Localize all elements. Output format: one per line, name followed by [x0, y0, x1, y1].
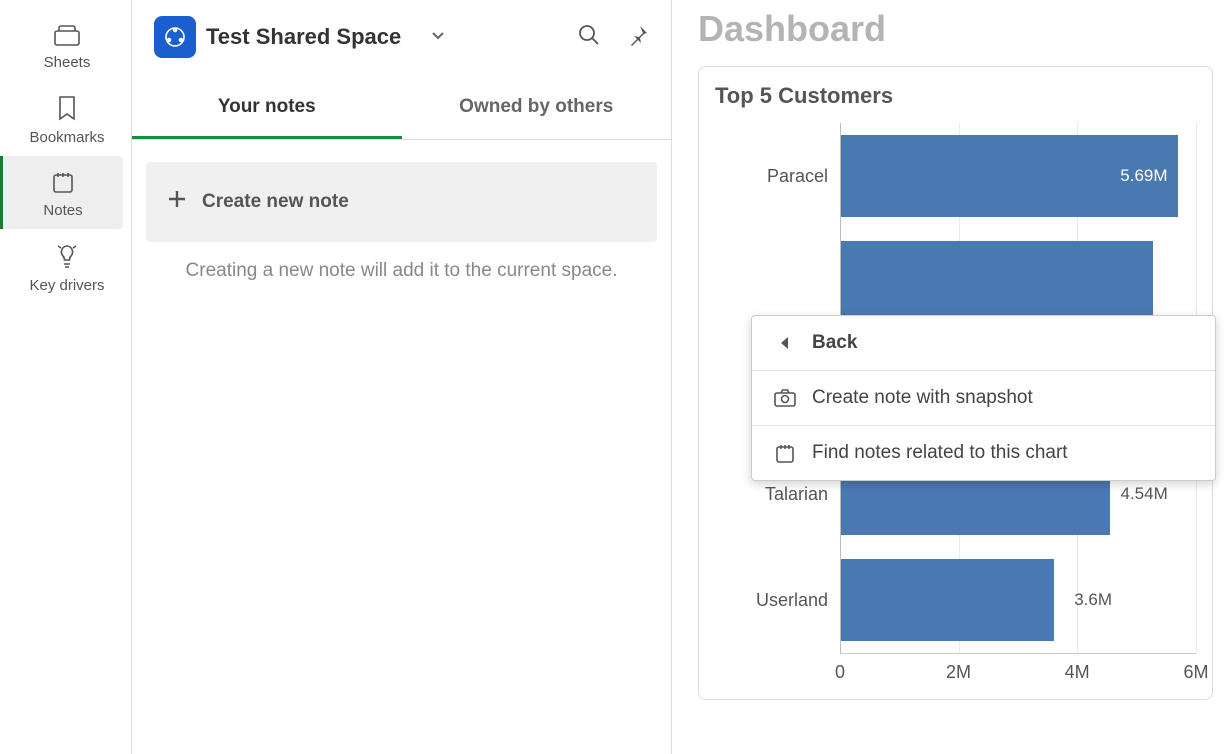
bookmark-icon [57, 95, 77, 121]
nav-label: Sheets [44, 54, 91, 71]
notepad-icon [774, 443, 796, 463]
context-menu-find-related[interactable]: Find notes related to this chart [752, 426, 1215, 480]
create-note-button[interactable]: Create new note [146, 162, 657, 242]
nav-label: Bookmarks [29, 129, 104, 146]
x-tick: 0 [835, 662, 845, 683]
nav-label: Notes [43, 202, 82, 219]
bar-label: Talarian [715, 484, 840, 505]
tab-owned-by-others[interactable]: Owned by others [402, 78, 672, 139]
bar[interactable] [841, 241, 1153, 323]
x-tick: 4M [1065, 662, 1090, 683]
bar[interactable]: 3.6M [841, 559, 1054, 641]
space-badge [154, 16, 196, 58]
nav-item-sheets[interactable]: Sheets [0, 10, 131, 81]
chart-context-menu: Back Create note with snapshot Find note… [751, 315, 1216, 481]
bar-row: Userland 3.6M [715, 547, 1196, 653]
bar-value: 4.54M [1120, 484, 1167, 504]
create-note-hint: Creating a new note will add it to the c… [132, 260, 671, 282]
notes-tabs: Your notes Owned by others [132, 78, 671, 140]
nav-item-key-drivers[interactable]: Key drivers [0, 229, 131, 304]
x-axis: 0 2M 4M 6M [840, 653, 1196, 679]
context-menu-label: Find notes related to this chart [812, 442, 1068, 464]
create-note-label: Create new note [202, 191, 349, 213]
lightbulb-icon [55, 243, 79, 269]
nav-item-bookmarks[interactable]: Bookmarks [0, 81, 131, 156]
pin-icon[interactable] [627, 24, 649, 51]
bar-row: Paracel 5.69M [715, 123, 1196, 229]
nav-label: Key drivers [29, 277, 104, 294]
space-dropdown[interactable] [431, 28, 445, 46]
tab-your-notes[interactable]: Your notes [132, 78, 402, 139]
search-icon[interactable] [577, 23, 601, 52]
sheets-icon [54, 24, 80, 46]
space-header: Test Shared Space [132, 0, 671, 78]
bar-value: 3.6M [1074, 590, 1112, 610]
context-menu-create-snapshot[interactable]: Create note with snapshot [752, 371, 1215, 426]
dashboard-panel: Dashboard Top 5 Customers Paracel 5.69M [672, 0, 1229, 754]
chart-title: Top 5 Customers [715, 83, 1196, 109]
context-menu-label: Back [812, 332, 857, 354]
nav-item-notes[interactable]: Notes [0, 156, 123, 229]
bar-label: Userland [715, 590, 840, 611]
camera-icon [774, 389, 796, 407]
bar-value: 5.69M [1120, 166, 1167, 186]
context-menu-back[interactable]: Back [752, 316, 1215, 371]
plus-icon [166, 188, 188, 216]
back-arrow-icon [774, 336, 796, 350]
bar-label: Paracel [715, 166, 840, 187]
chart-card[interactable]: Top 5 Customers Paracel 5.69M [698, 66, 1213, 700]
x-tick: 6M [1183, 662, 1208, 683]
context-menu-label: Create note with snapshot [812, 387, 1033, 409]
bar[interactable]: 5.69M [841, 135, 1178, 217]
space-title: Test Shared Space [206, 24, 401, 50]
x-tick: 2M [946, 662, 971, 683]
notes-panel: Test Shared Space Your notes Owned by ot… [132, 0, 672, 754]
note-icon [51, 170, 75, 194]
dashboard-title: Dashboard [698, 0, 1213, 66]
nav-sidebar: Sheets Bookmarks Notes Key drivers [0, 0, 132, 754]
